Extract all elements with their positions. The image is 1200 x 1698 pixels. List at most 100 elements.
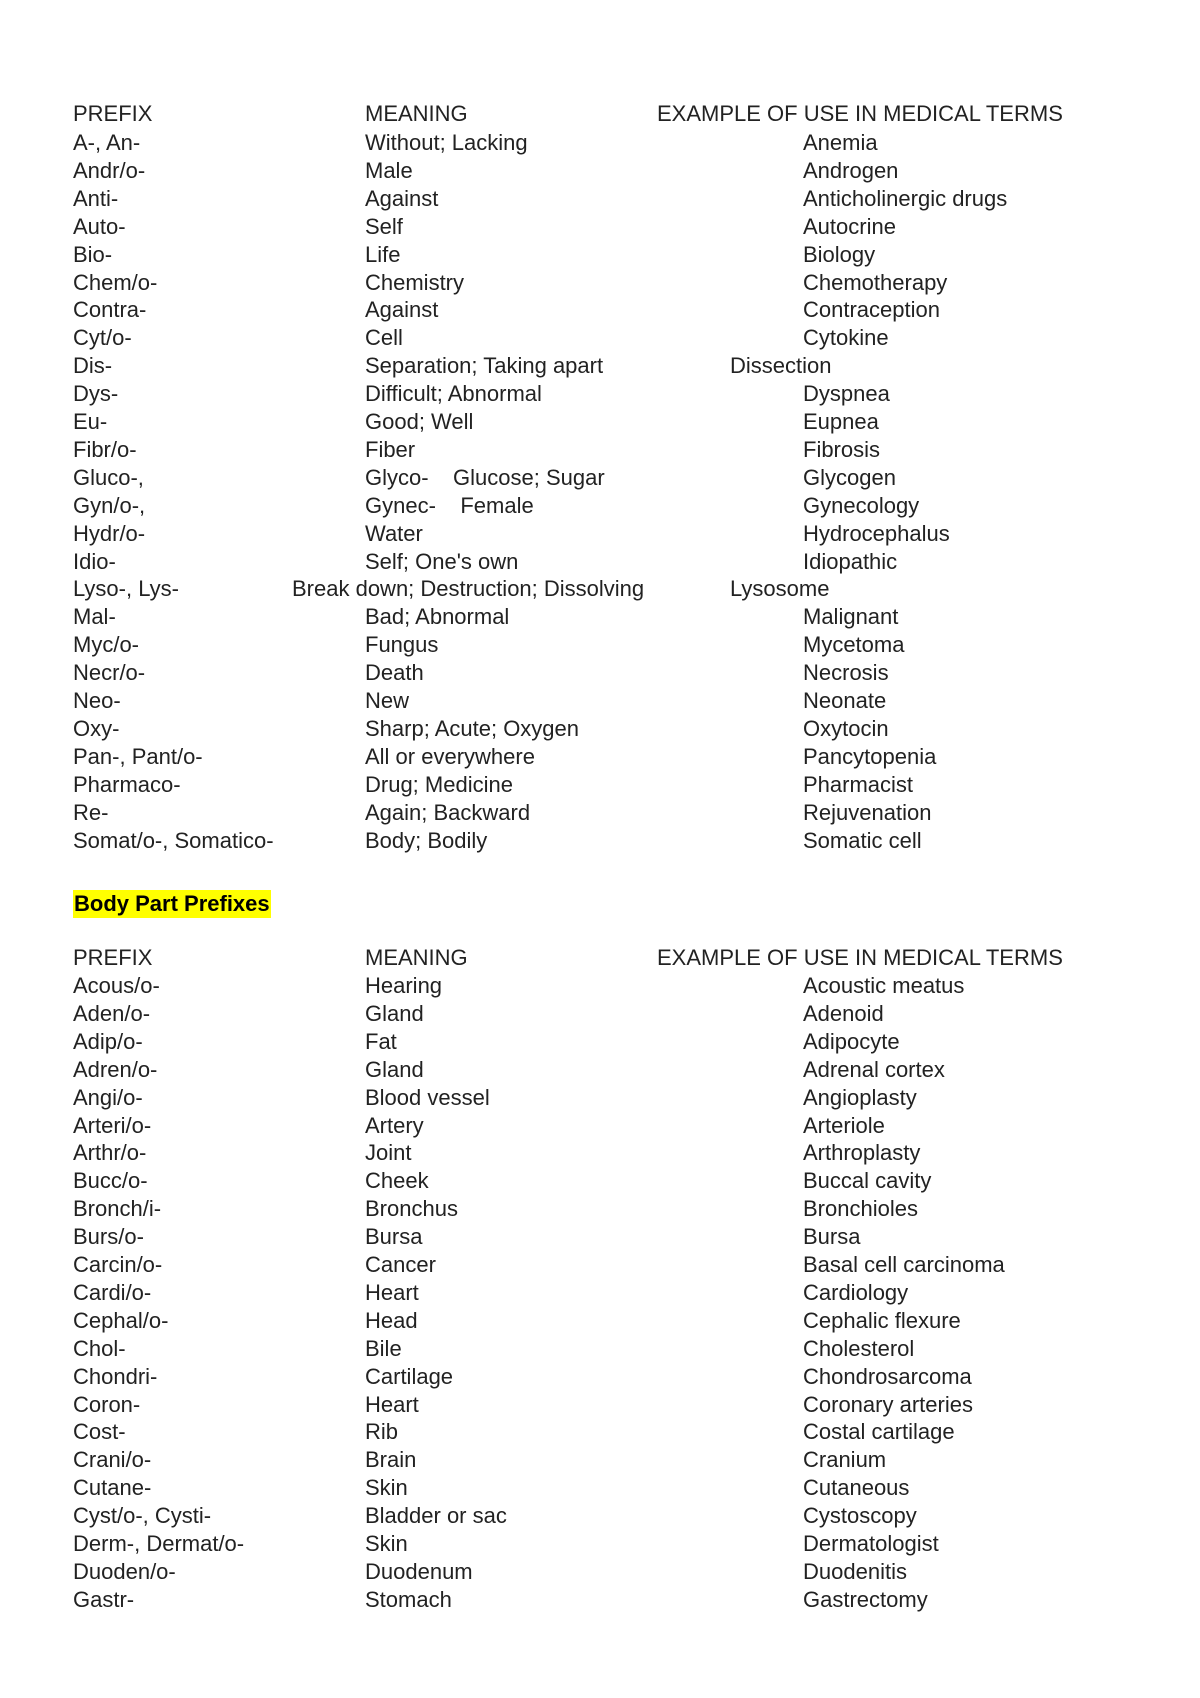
- prefix-cell: Lyso-, Lys-: [73, 576, 179, 602]
- table-row: Cost- Rib Costal cartilage: [0, 1418, 1200, 1446]
- prefix-cell: Gluco-,: [73, 464, 144, 490]
- table-row: Arthr/o- Joint Arthroplasty: [0, 1139, 1200, 1167]
- prefix-cell: Burs/o-: [73, 1224, 144, 1250]
- header-prefix: PREFIX: [73, 945, 153, 970]
- prefix-cell: Cyst/o-, Cysti-: [73, 1503, 212, 1529]
- meaning-cell: Bladder or sac: [365, 1503, 507, 1529]
- meaning-cell: Difficult; Abnormal: [365, 381, 542, 407]
- prefix-cell: Fibr/o-: [73, 436, 137, 462]
- example-cell: Pharmacist: [803, 771, 914, 797]
- table-header-row: PREFIX MEANING EXAMPLE OF USE IN MEDICAL…: [0, 944, 1200, 972]
- example-cell: Contraception: [803, 297, 940, 323]
- meaning-cell: Cheek: [365, 1168, 429, 1194]
- table-row: Idio- Self; One's own Idiopathic: [0, 548, 1200, 576]
- example-cell: Coronary arteries: [803, 1391, 973, 1417]
- meaning-cell: Self; One's own: [365, 548, 519, 574]
- table-row: Bio- Life Biology: [0, 241, 1200, 269]
- meaning-cell: Water: [365, 520, 423, 546]
- table-row: Pharmaco- Drug; Medicine Pharmacist: [0, 771, 1200, 799]
- table-row: Coron- Heart Coronary arteries: [0, 1391, 1200, 1419]
- prefix-cell: Idio-: [73, 548, 116, 574]
- meaning-cell: Cartilage: [365, 1363, 454, 1389]
- table-row: Hydr/o- Water Hydrocephalus: [0, 520, 1200, 548]
- example-cell: Lysosome: [730, 576, 830, 602]
- prefix-cell: A-, An-: [73, 130, 141, 155]
- meaning-cell: Chemistry: [365, 269, 465, 295]
- meaning-cell: Male: [365, 157, 413, 183]
- meaning-cell: Self: [365, 213, 403, 239]
- table-row: Arteri/o- Artery Arteriole: [0, 1112, 1200, 1140]
- prefix-cell: Cost-: [73, 1419, 126, 1445]
- meaning-cell: Heart: [365, 1279, 419, 1305]
- table-row: Oxy- Sharp; Acute; Oxygen Oxytocin: [0, 715, 1200, 743]
- example-cell: Idiopathic: [803, 548, 898, 574]
- example-cell: Biology: [803, 241, 876, 267]
- meaning-cell: Skin: [365, 1475, 408, 1501]
- prefix-cell: Arthr/o-: [73, 1140, 147, 1166]
- example-cell: Adrenal cortex: [803, 1056, 945, 1082]
- meaning-cell: Fat: [365, 1028, 397, 1054]
- table-row: Chem/o- Chemistry Chemotherapy: [0, 269, 1200, 297]
- meaning-cell: Artery: [365, 1112, 424, 1138]
- meaning-cell: Head: [365, 1307, 418, 1333]
- example-cell: Cytokine: [803, 325, 889, 351]
- meaning-cell: Cell: [365, 325, 403, 351]
- table-row: Pan-, Pant/o- All or everywhere Pancytopen…: [0, 743, 1200, 771]
- example-cell: Glycogen: [803, 464, 896, 490]
- example-cell: Duodenitis: [803, 1558, 907, 1584]
- table-row: A-, An- Without; Lacking Anemia: [0, 129, 1200, 157]
- example-cell: Eupnea: [803, 409, 879, 434]
- table-row: Somat/o-, Somatico- Body; Bodily Somatic c…: [0, 827, 1200, 855]
- table-row: Chondri- Cartilage Chondrosarcoma: [0, 1363, 1200, 1391]
- table-row: Cephal/o- Head Cephalic flexure: [0, 1307, 1200, 1335]
- table-row: Dys- Difficult; Abnormal Dyspnea: [0, 380, 1200, 408]
- example-cell: Chondrosarcoma: [803, 1363, 972, 1389]
- prefix-cell: Neo-: [73, 688, 121, 713]
- example-cell: Cutaneous: [803, 1475, 910, 1501]
- example-cell: Basal cell carcinoma: [803, 1252, 1005, 1277]
- table-row: Bucc/o- Cheek Buccal cavity: [0, 1167, 1200, 1195]
- prefix-cell: Cephal/o-: [73, 1307, 169, 1333]
- prefix-cell: Chol-: [73, 1335, 126, 1361]
- example-cell: Autocrine: [803, 213, 896, 239]
- example-cell: Arthroplasty: [803, 1140, 921, 1166]
- meaning-cell: Bile: [365, 1335, 402, 1361]
- meaning-cell: Stomach: [365, 1586, 452, 1612]
- example-cell: Arteriole: [803, 1112, 885, 1138]
- prefix-cell: Arteri/o-: [73, 1112, 152, 1138]
- meaning-cell: Good; Well: [365, 409, 474, 434]
- example-cell: Cranium: [803, 1447, 887, 1473]
- prefix-cell: Adren/o-: [73, 1056, 158, 1082]
- meaning-cell: Without; Lacking: [365, 130, 528, 155]
- meaning-cell: Separation; Taking apart: [365, 353, 604, 379]
- meaning-cell: Fungus: [365, 632, 439, 658]
- meaning-cell: Hearing: [365, 973, 443, 998]
- example-cell: Malignant: [803, 604, 899, 630]
- example-cell: Cephalic flexure: [803, 1307, 961, 1333]
- meaning-cell: Glyco- Glucose; Sugar: [365, 464, 605, 490]
- table-row: Fibr/o- Fiber Fibrosis: [0, 436, 1200, 464]
- example-cell: Neonate: [803, 688, 887, 713]
- example-cell: Bursa: [803, 1224, 861, 1250]
- meaning-cell: Cancer: [365, 1252, 436, 1277]
- table-row: Adip/o- Fat Adipocyte: [0, 1028, 1200, 1056]
- table-row: Bronch/i- Bronchus Bronchioles: [0, 1195, 1200, 1223]
- header-example: EXAMPLE OF USE IN MEDICAL TERMS: [657, 945, 1063, 970]
- prefix-cell: Dys-: [73, 381, 119, 407]
- prefix-cell: Myc/o-: [73, 632, 139, 658]
- table-row: Auto- Self Autocrine: [0, 213, 1200, 241]
- example-cell: Pancytopenia: [803, 743, 937, 769]
- prefix-cell: Necr/o-: [73, 660, 146, 686]
- example-cell: Oxytocin: [803, 715, 889, 741]
- example-cell: Anemia: [803, 130, 878, 155]
- prefix-cell: Auto-: [73, 213, 126, 239]
- meaning-cell: Break down; Destruction; Dissolving: [292, 576, 645, 602]
- table-row: Acous/o- Hearing Acoustic meatus: [0, 972, 1200, 1000]
- example-cell: Hydrocephalus: [803, 520, 950, 546]
- example-cell: Rejuvenation: [803, 799, 932, 825]
- table-row: Angi/o- Blood vessel Angioplasty: [0, 1084, 1200, 1112]
- meaning-cell: Brain: [365, 1447, 417, 1473]
- header-prefix: PREFIX: [73, 101, 153, 126]
- meaning-cell: Again; Backward: [365, 799, 531, 825]
- meaning-cell: Against: [365, 185, 439, 211]
